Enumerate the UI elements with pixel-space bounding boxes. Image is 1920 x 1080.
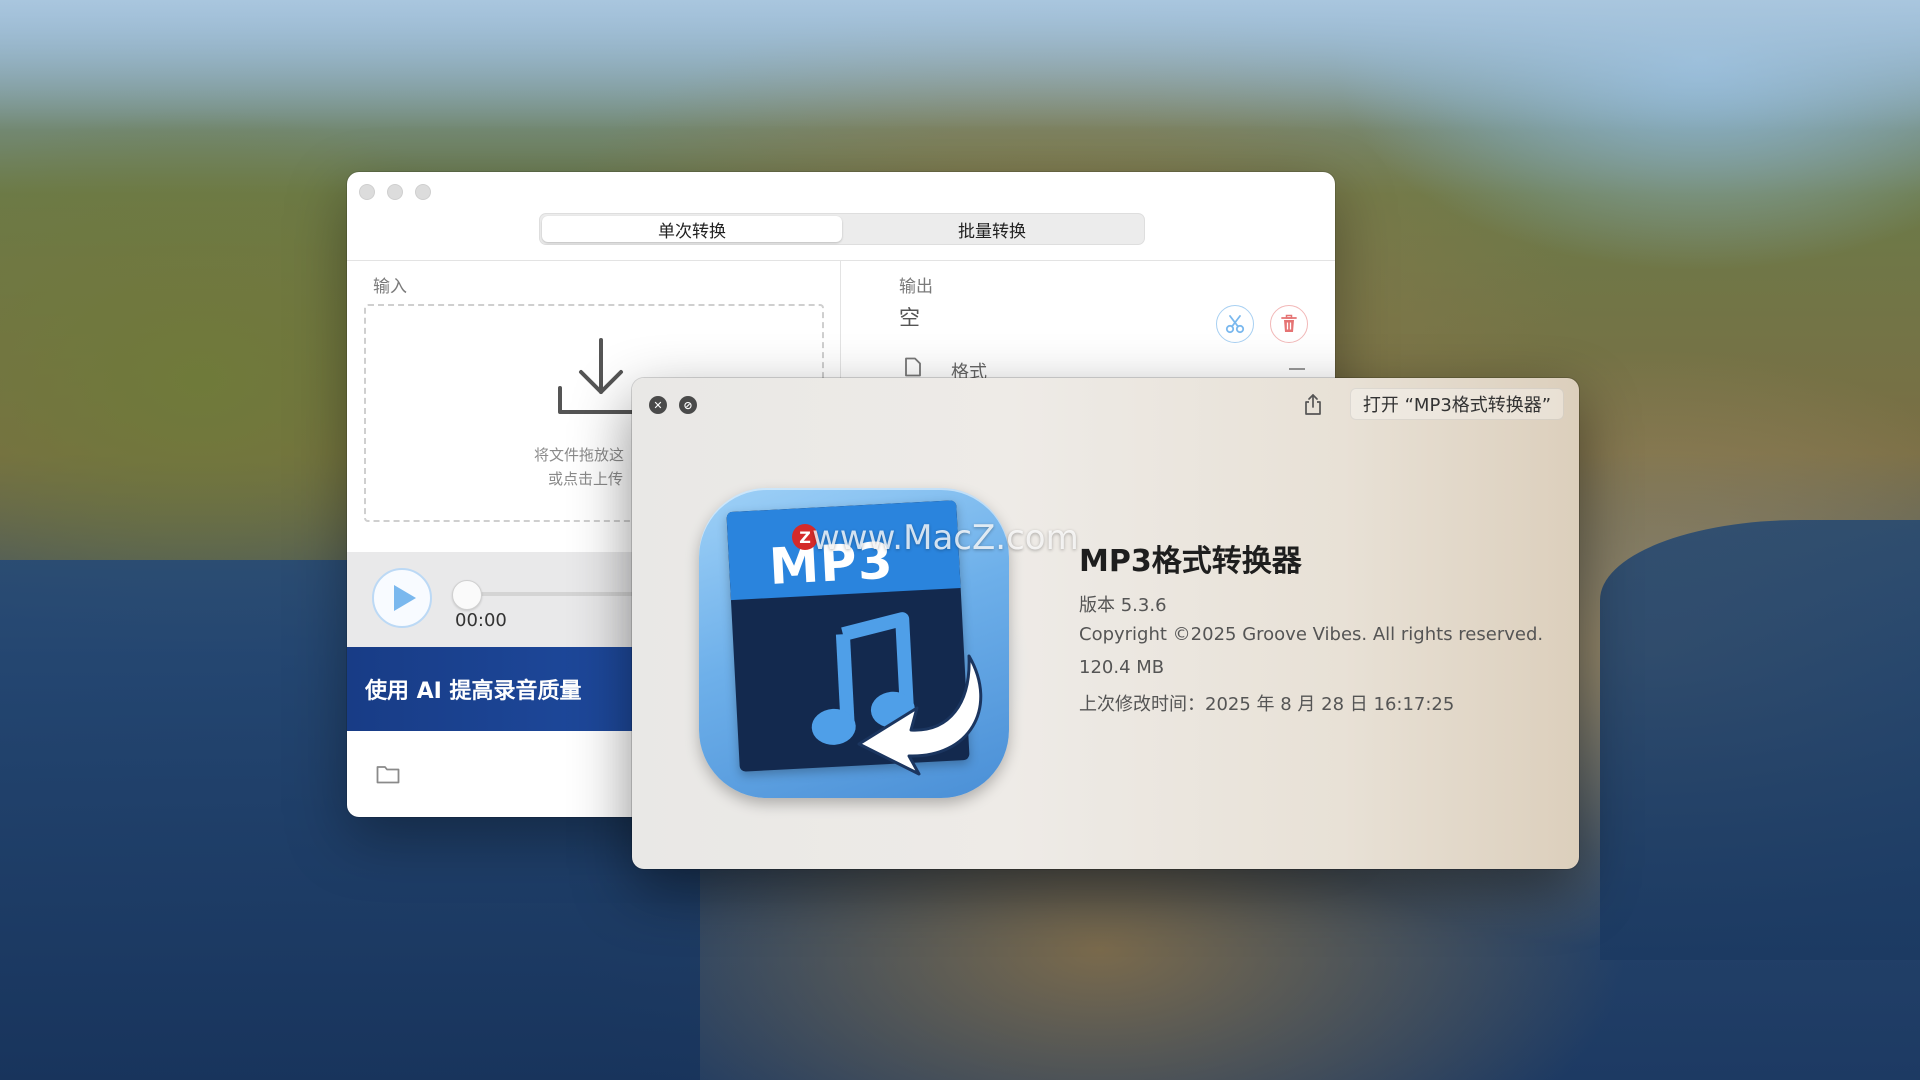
progress-knob[interactable] [452, 580, 482, 610]
close-icon: ✕ [653, 398, 663, 412]
output-label: 输出 [899, 277, 933, 297]
tab-single-convert[interactable]: 单次转换 [542, 216, 842, 242]
header-divider [347, 260, 1335, 261]
watermark-text: www.MacZ.com [812, 518, 1079, 558]
wallpaper-sea-right [1600, 520, 1920, 960]
disabled-about-button[interactable]: ⊘ [679, 396, 697, 414]
ai-banner-text: 使用 AI 提高录音质量 [365, 679, 582, 704]
wallpaper-sky [0, 0, 1920, 130]
cut-button[interactable] [1216, 305, 1254, 343]
drop-text-line2: 或点击上传 [548, 470, 624, 488]
output-value: 空 [899, 306, 920, 330]
current-time: 00:00 [455, 610, 507, 631]
file-format-icon [905, 357, 921, 377]
zoom-window-button[interactable] [415, 184, 431, 200]
trash-icon [1281, 314, 1297, 332]
app-version: 版本 5.3.6 [1079, 595, 1167, 616]
window-controls [359, 184, 431, 200]
input-label: 输入 [373, 277, 407, 297]
slash-icon: ⊘ [683, 398, 693, 412]
open-app-button[interactable]: 打开 “MP3格式转换器” [1350, 388, 1564, 420]
delete-button[interactable] [1270, 305, 1308, 343]
minimize-window-button[interactable] [387, 184, 403, 200]
drop-text-line1: 将文件拖放这 [534, 446, 625, 464]
close-about-button[interactable]: ✕ [649, 396, 667, 414]
folder-icon[interactable] [376, 764, 400, 784]
app-name: MP3格式转换器 [1079, 544, 1302, 579]
close-window-button[interactable] [359, 184, 375, 200]
app-copyright: Copyright ©2025 Groove Vibes. All rights… [1079, 624, 1544, 645]
about-window: ✕ ⊘ 打开 “MP3格式转换器” MP3 Z www.MacZ.com MP3… [632, 378, 1579, 869]
app-size: 120.4 MB [1079, 657, 1165, 678]
share-icon[interactable] [1303, 392, 1323, 416]
tab-batch-convert[interactable]: 批量转换 [842, 216, 1142, 242]
mode-segmented-control: 单次转换 批量转换 [539, 213, 1145, 245]
scissors-icon [1225, 315, 1245, 334]
collapse-format-icon[interactable] [1289, 368, 1305, 370]
play-icon [394, 585, 416, 611]
play-button[interactable] [372, 568, 432, 628]
app-modified-date: 上次修改时间：2025 年 8 月 28 日 16:17:25 [1079, 694, 1455, 715]
curved-arrow-icon [857, 654, 983, 776]
